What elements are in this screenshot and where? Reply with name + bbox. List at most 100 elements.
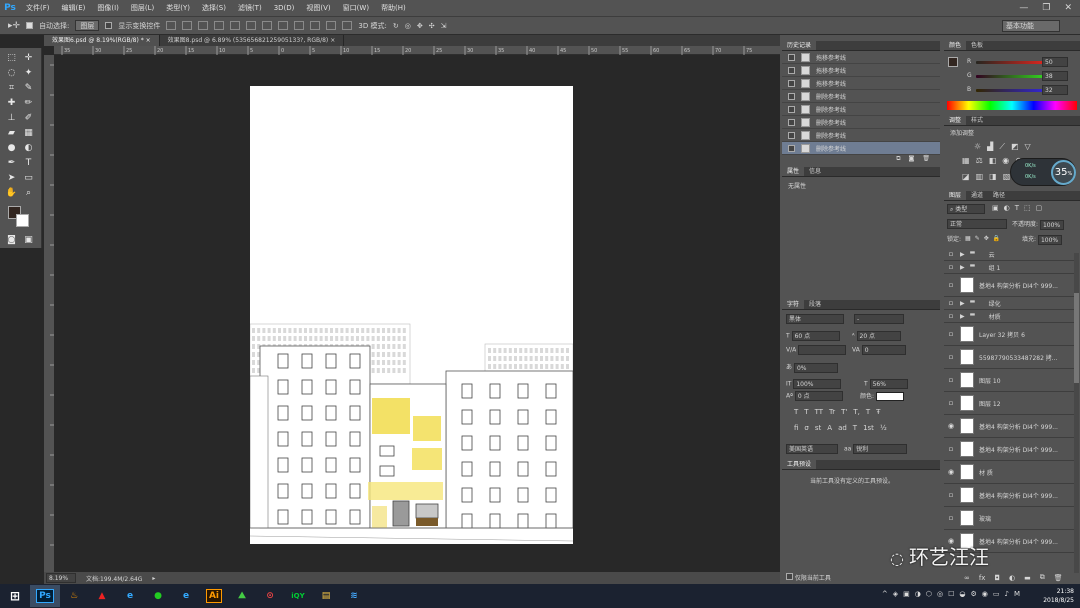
3d-drag-icon[interactable]: ✥: [417, 22, 423, 30]
tab-history[interactable]: 历史记录: [782, 41, 817, 50]
new-layer-icon[interactable]: ⧉: [1040, 573, 1045, 582]
fractions-icon[interactable]: 1st: [863, 424, 874, 432]
lock-position-icon[interactable]: ✥: [984, 235, 989, 242]
visibility-off-icon[interactable]: ▫: [947, 376, 955, 384]
link-layers-icon[interactable]: ∞: [964, 574, 970, 582]
menu-window[interactable]: 窗口(W): [337, 3, 375, 13]
gradient-tool-icon[interactable]: ▦: [22, 127, 35, 139]
tab-color[interactable]: 颜色: [944, 41, 967, 50]
history-item[interactable]: 删除参考线: [782, 103, 940, 116]
auto-select-checkbox[interactable]: [26, 22, 34, 29]
distribute-bottom-icon[interactable]: [294, 21, 305, 30]
show-transform-checkbox[interactable]: [105, 22, 113, 29]
tab-adjustments[interactable]: 调整: [944, 116, 967, 125]
opacity-field[interactable]: 100%: [1039, 219, 1064, 230]
taskbar-iqiyi-icon[interactable]: iQY: [284, 585, 312, 607]
invert-icon[interactable]: ◪: [962, 172, 970, 181]
levels-icon[interactable]: ▟: [987, 142, 993, 152]
tray-icon-5[interactable]: ◎: [937, 590, 943, 598]
font-family-select[interactable]: 黑体: [786, 314, 844, 324]
history-item[interactable]: 拖移参考线: [782, 51, 940, 64]
visibility-off-icon[interactable]: ▫: [947, 312, 955, 320]
workspace-dropdown[interactable]: 基本功能: [1002, 20, 1060, 32]
taskbar-photoshop-icon[interactable]: Ps: [30, 585, 60, 607]
blend-mode-select[interactable]: 正常: [947, 219, 1007, 229]
visibility-off-icon[interactable]: ▫: [947, 491, 955, 499]
vertical-scale-field[interactable]: 100%: [793, 379, 842, 389]
taskbar-explorer-icon[interactable]: ▤: [312, 585, 340, 607]
menu-type[interactable]: 类型(Y): [160, 3, 196, 13]
tab-document-2[interactable]: 效果图8.psd @ 6.89% (53565682125905133?, RG…: [160, 35, 345, 46]
delete-layer-icon[interactable]: 🗑: [1054, 574, 1063, 582]
align-bottom-icon[interactable]: [198, 21, 209, 30]
distribute-right-icon[interactable]: [342, 21, 353, 30]
path-select-tool-icon[interactable]: ➤: [5, 172, 18, 184]
filter-adjustment-icon[interactable]: ◐: [1004, 204, 1010, 212]
visibility-off-icon[interactable]: ▫: [947, 445, 955, 453]
distribute-hcenter-icon[interactable]: [326, 21, 337, 30]
expand-arrow-icon[interactable]: ▶: [960, 313, 965, 320]
align-hcenter-icon[interactable]: [230, 21, 241, 30]
new-group-icon[interactable]: ▬: [1024, 574, 1031, 582]
tab-tool-presets[interactable]: 工具预设: [782, 460, 817, 469]
restore-button[interactable]: ❐: [1042, 3, 1050, 13]
crop-tool-icon[interactable]: ⌗: [5, 82, 18, 94]
small-caps-button[interactable]: Tr: [829, 408, 835, 416]
tab-document-1[interactable]: 效果图6.psd @ 8.19%(RGB/8) * ×: [44, 35, 160, 46]
background-color-swatch[interactable]: [16, 214, 29, 227]
healing-brush-tool-icon[interactable]: ✚: [5, 97, 18, 109]
minimize-button[interactable]: —: [1019, 3, 1028, 13]
distribute-top-icon[interactable]: [262, 21, 273, 30]
tab-character[interactable]: 字符: [782, 300, 805, 309]
filter-shape-icon[interactable]: ⬚: [1024, 204, 1031, 212]
visibility-off-icon[interactable]: ▫: [947, 250, 955, 258]
blur-tool-icon[interactable]: ●: [5, 142, 18, 154]
leading-field[interactable]: 20 点: [856, 331, 901, 341]
eyedropper-tool-icon[interactable]: ✎: [22, 82, 35, 94]
close-tab-icon[interactable]: ×: [330, 37, 335, 44]
all-caps-button[interactable]: TT: [815, 408, 823, 416]
visibility-eye-icon[interactable]: ◉: [947, 422, 955, 430]
net-speed-widget[interactable]: 0K/s 0K/s 35%: [1010, 158, 1076, 186]
visibility-off-icon[interactable]: ▫: [947, 399, 955, 407]
brightness-contrast-icon[interactable]: ☼: [974, 142, 981, 152]
lock-all-icon[interactable]: 🔒: [993, 235, 1000, 242]
pen-tool-icon[interactable]: ✒: [5, 157, 18, 169]
tab-info[interactable]: 信息: [804, 167, 826, 176]
history-item[interactable]: 删除参考线: [782, 116, 940, 129]
tab-paths[interactable]: 路径: [988, 191, 1010, 200]
ime-indicator[interactable]: M: [1014, 590, 1020, 598]
new-adjustment-icon[interactable]: ◐: [1009, 574, 1015, 582]
layer-style-icon[interactable]: fx: [979, 574, 986, 582]
taskbar-chrome-icon[interactable]: ⊙: [256, 585, 284, 607]
expand-arrow-icon[interactable]: ▶: [960, 251, 965, 258]
snapshot-icon[interactable]: ◙: [909, 155, 915, 163]
tray-icon-7[interactable]: ◒: [959, 590, 965, 598]
align-left-icon[interactable]: [214, 21, 225, 30]
lasso-tool-icon[interactable]: ◌: [5, 67, 18, 79]
font-size-field[interactable]: 60 点: [791, 331, 840, 341]
strikethrough-button[interactable]: Ŧ: [876, 408, 880, 416]
history-item[interactable]: 删除参考线: [782, 129, 940, 142]
taskbar-ie2-icon[interactable]: e: [172, 585, 200, 607]
menu-3d[interactable]: 3D(D): [268, 4, 301, 12]
layer-row[interactable]: ◉ 基地4 构架分析 DI4个 999...: [944, 415, 1074, 438]
menu-view[interactable]: 视图(V): [300, 3, 336, 13]
threshold-icon[interactable]: ◨: [989, 172, 997, 181]
tray-icon-6[interactable]: ☐: [948, 590, 954, 598]
expand-arrow-icon[interactable]: ▶: [960, 264, 965, 271]
tab-layers[interactable]: 图层: [944, 191, 967, 200]
tab-paragraph[interactable]: 段落: [804, 300, 826, 309]
fractions-half-icon[interactable]: ½: [880, 424, 887, 432]
battery-icon[interactable]: ▭: [993, 590, 1000, 598]
menu-file[interactable]: 文件(F): [20, 3, 56, 13]
type-tool-icon[interactable]: T: [22, 157, 35, 169]
stylistic-alt-icon[interactable]: A: [827, 424, 832, 432]
tray-icon-3[interactable]: ◑: [915, 590, 921, 598]
quick-mask-icon[interactable]: ◙: [5, 234, 18, 246]
marquee-tool-icon[interactable]: ⬚: [5, 52, 18, 64]
lock-pixels-icon[interactable]: ✎: [975, 235, 980, 242]
old-style-icon[interactable]: σ: [804, 424, 808, 432]
tray-icon-8[interactable]: ⚙: [970, 590, 976, 598]
underline-button[interactable]: T: [866, 408, 870, 416]
